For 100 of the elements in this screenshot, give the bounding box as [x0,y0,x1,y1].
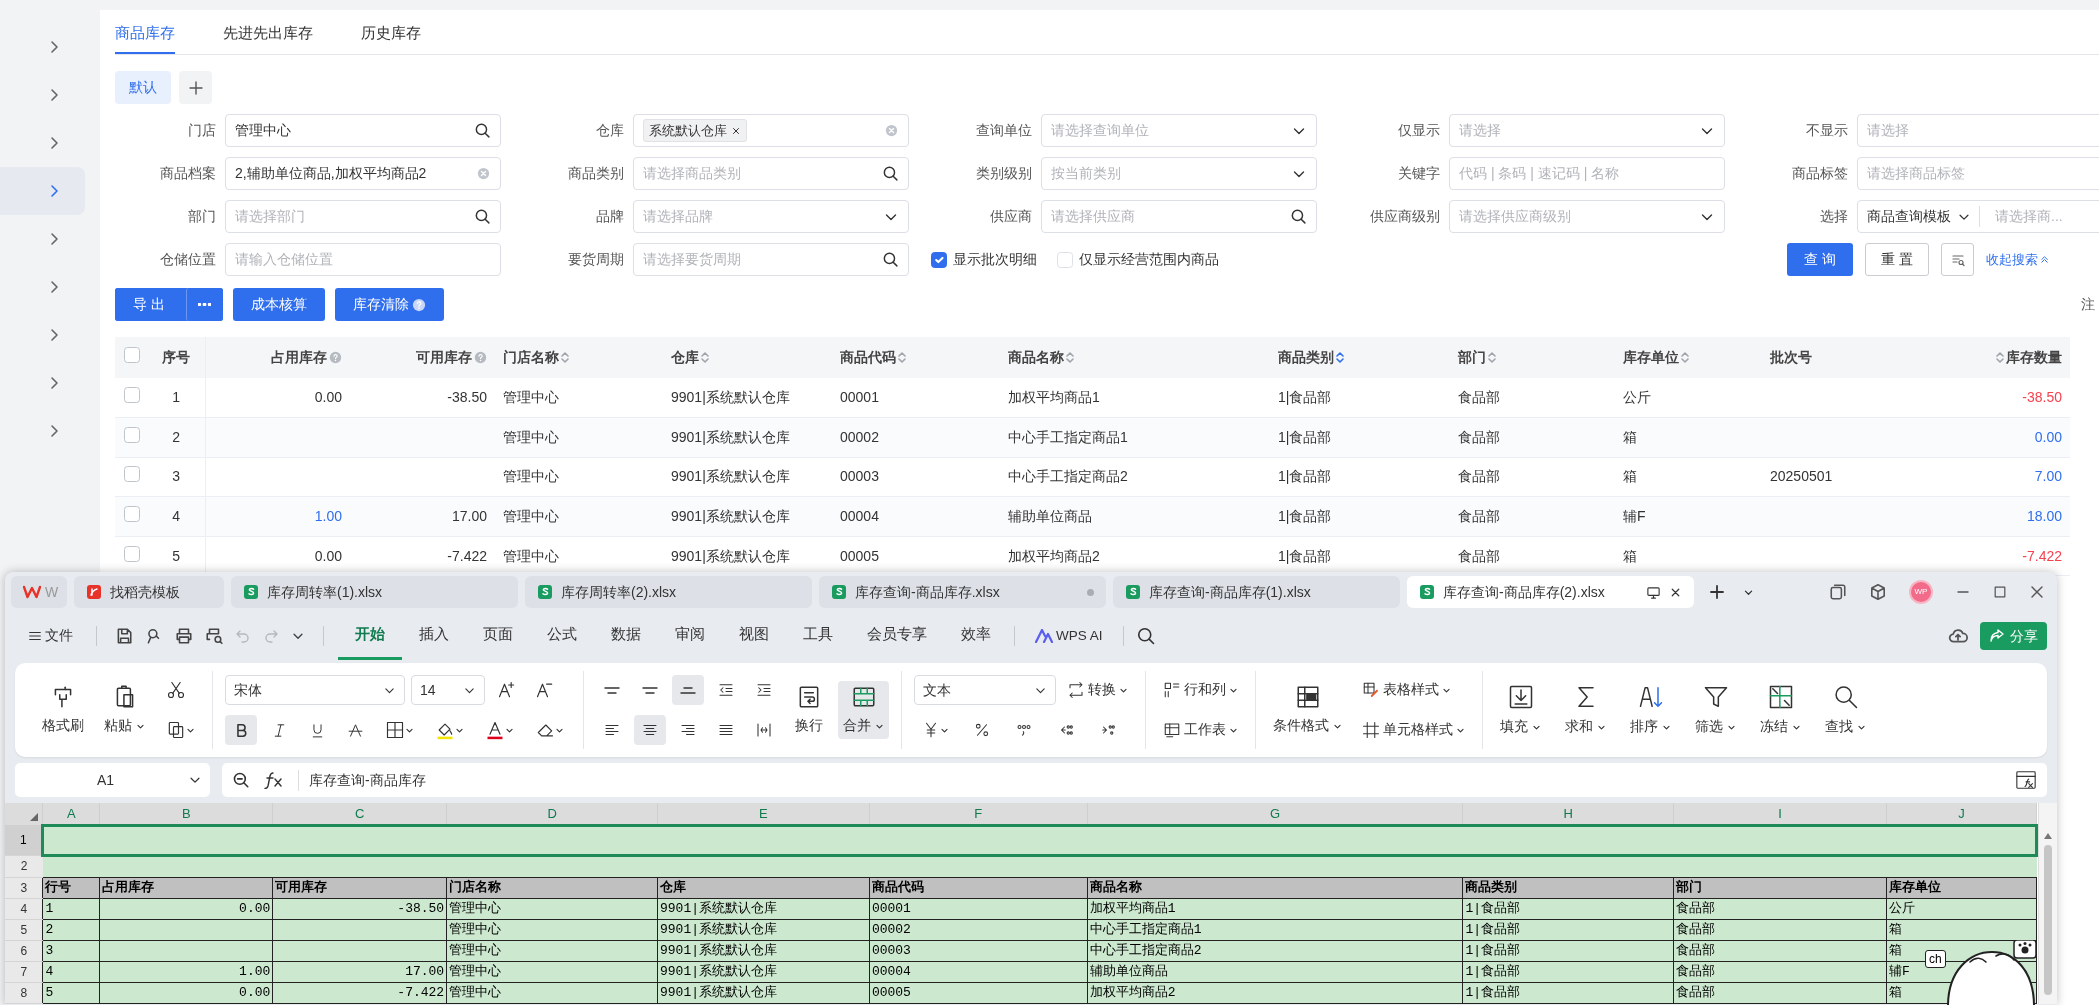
tool-button[interactable]: 冻结 [1755,679,1806,741]
column-letter[interactable]: D [446,803,658,825]
checkbox-label[interactable]: 显示批次明细 [953,249,1037,270]
close-icon[interactable] [2029,584,2045,600]
input-field[interactable]: 请选择商品标签 [1867,163,2099,184]
checkbox[interactable] [931,251,947,268]
tag-select-field[interactable]: 系统默认仓库 [633,114,909,147]
number-format-dropdown[interactable]: 文本 [914,675,1056,705]
ribbon-tab[interactable]: 工具 [786,612,850,660]
tab[interactable]: 先进先出库存 [223,21,313,54]
ribbon-tab[interactable]: 效率 [944,612,1008,660]
tool-button[interactable]: 排序 [1625,679,1676,741]
maximize-icon[interactable] [1993,585,2007,599]
checkbox[interactable] [123,545,140,562]
tool-button[interactable]: 查找 [1820,679,1871,741]
collapse-search-link[interactable]: 收起搜索 [1986,249,2050,270]
dropdown-field[interactable]: 请选择 [1449,114,1725,147]
column-header[interactable]: 门店名称 [503,347,559,369]
input-field[interactable]: 按当前类别 [1051,163,1285,184]
table-style-button[interactable]: 表格样式 [1357,675,1470,705]
preset-tab[interactable]: 默认 [115,71,171,104]
document-tab[interactable]: 库存周转率(2).xlsx [525,576,812,608]
convert-button[interactable]: 转换 [1062,675,1133,705]
tab[interactable]: 商品库存 [115,21,175,54]
ribbon-tab[interactable]: 插入 [402,612,466,660]
checkbox-label[interactable]: 仅显示经营范围内商品 [1079,249,1219,270]
close-icon[interactable] [731,125,741,136]
action-button[interactable]: 成本核算 [232,288,325,321]
text-field[interactable]: 请选择商品标签 [1857,157,2099,190]
input-field[interactable]: 请选择 [1459,120,1693,141]
formula-bar[interactable]: 库存查询-商品库存 [222,763,2047,797]
row-number[interactable]: 5 [5,919,43,940]
document-tab[interactable]: 找稻壳模板 [74,576,224,608]
column-letter[interactable]: H [1462,803,1674,825]
column-letter[interactable]: E [657,803,870,825]
format-painter-button[interactable]: 格式刷 [37,680,89,740]
product-input[interactable]: 请选择商... [1986,206,2099,227]
row-number[interactable]: 2 [5,855,43,877]
input-field[interactable]: 2,辅助单位商品,加权平均商品2 [235,163,470,184]
column-letter[interactable]: J [1886,803,2037,825]
input-field[interactable]: 请选择部门 [235,206,468,227]
input-field[interactable]: 请输入仓储位置 [235,249,491,270]
search-field[interactable]: 请选择供应商 [1041,200,1317,233]
column-header[interactable]: 商品代码 [840,347,896,369]
sort-icon[interactable] [1336,352,1344,364]
column-header[interactable]: 部门 [1458,347,1486,369]
row-number[interactable]: 8 [5,982,43,1003]
query-button[interactable]: 查 询 [1787,243,1853,276]
font-name-dropdown[interactable]: 宋体 [225,675,405,705]
input-field[interactable]: 代码 | 条码 | 速记码 | 名称 [1459,163,1715,184]
function-icon[interactable] [264,771,284,789]
row-number[interactable]: 6 [5,940,43,961]
row-number[interactable]: 1 [5,825,43,855]
add-button[interactable] [179,71,212,104]
file-menu[interactable]: 文件 [23,621,78,651]
ribbon-tab[interactable]: 数据 [594,612,658,660]
input-field[interactable]: 请选择商品类别 [643,163,876,184]
column-letter[interactable]: G [1087,803,1463,825]
font-size-dropdown[interactable]: 14 [411,675,485,705]
input-field[interactable]: 请选择供应商级别 [1459,206,1693,227]
search-field[interactable]: 管理中心 [225,114,501,147]
tool-button[interactable]: 求和 [1560,679,1611,741]
search-field[interactable]: 请选择要货周期 [633,243,909,276]
document-tab[interactable]: 库存查询-商品库存.xlsx [819,576,1106,608]
print-icon[interactable] [175,627,193,645]
text-field[interactable]: 请输入仓储位置 [225,243,501,276]
ribbon-tab[interactable]: 页面 [466,612,530,660]
align-button[interactable] [634,715,666,745]
reset-button[interactable]: 重 置 [1865,243,1929,276]
save-icon[interactable] [115,627,133,645]
name-box[interactable]: A1 [15,763,210,797]
row-number[interactable]: 4 [5,898,43,919]
tool-button[interactable]: 填充 [1495,679,1546,741]
ribbon-tab[interactable]: 公式 [530,612,594,660]
combo-field[interactable]: 商品查询模板 请选择商... [1857,200,2099,233]
search-field[interactable]: 请选择部门 [225,200,501,233]
tab[interactable]: 历史库存 [361,21,421,54]
ribbon-tab[interactable]: 开始 [338,612,402,660]
scrollbar-thumb[interactable] [2044,845,2052,995]
checkbox[interactable] [123,387,140,404]
input-field[interactable]: 请选择品牌 [643,206,877,227]
column-letter[interactable]: A [42,803,100,825]
dropdown-field[interactable]: 请选择供应商级别 [1449,200,1725,233]
ribbon-tab[interactable]: 视图 [722,612,786,660]
text-field[interactable]: 2,辅助单位商品,加权平均商品2 [225,157,501,190]
checkbox[interactable] [123,347,140,363]
input-field[interactable]: 请选择查询单位 [1051,120,1285,141]
merge-button[interactable]: 合并 [838,680,889,740]
document-tab[interactable]: 库存查询-商品库存(1).xlsx [1113,576,1400,608]
input-field[interactable]: 请选择供应商 [1051,206,1284,227]
column-letter[interactable]: C [272,803,447,825]
tool-button[interactable]: 筛选 [1690,679,1741,741]
input-field[interactable]: 管理中心 [235,120,468,141]
more-button[interactable] [185,288,223,321]
checkbox[interactable] [123,426,140,443]
rows-columns-button[interactable]: 行和列 [1158,675,1243,705]
ai-button[interactable]: WPS AI [1021,621,1117,651]
zoom-icon[interactable] [232,771,250,789]
ribbon-tab[interactable]: 会员专享 [850,612,944,660]
print-preview-icon[interactable] [205,627,223,645]
